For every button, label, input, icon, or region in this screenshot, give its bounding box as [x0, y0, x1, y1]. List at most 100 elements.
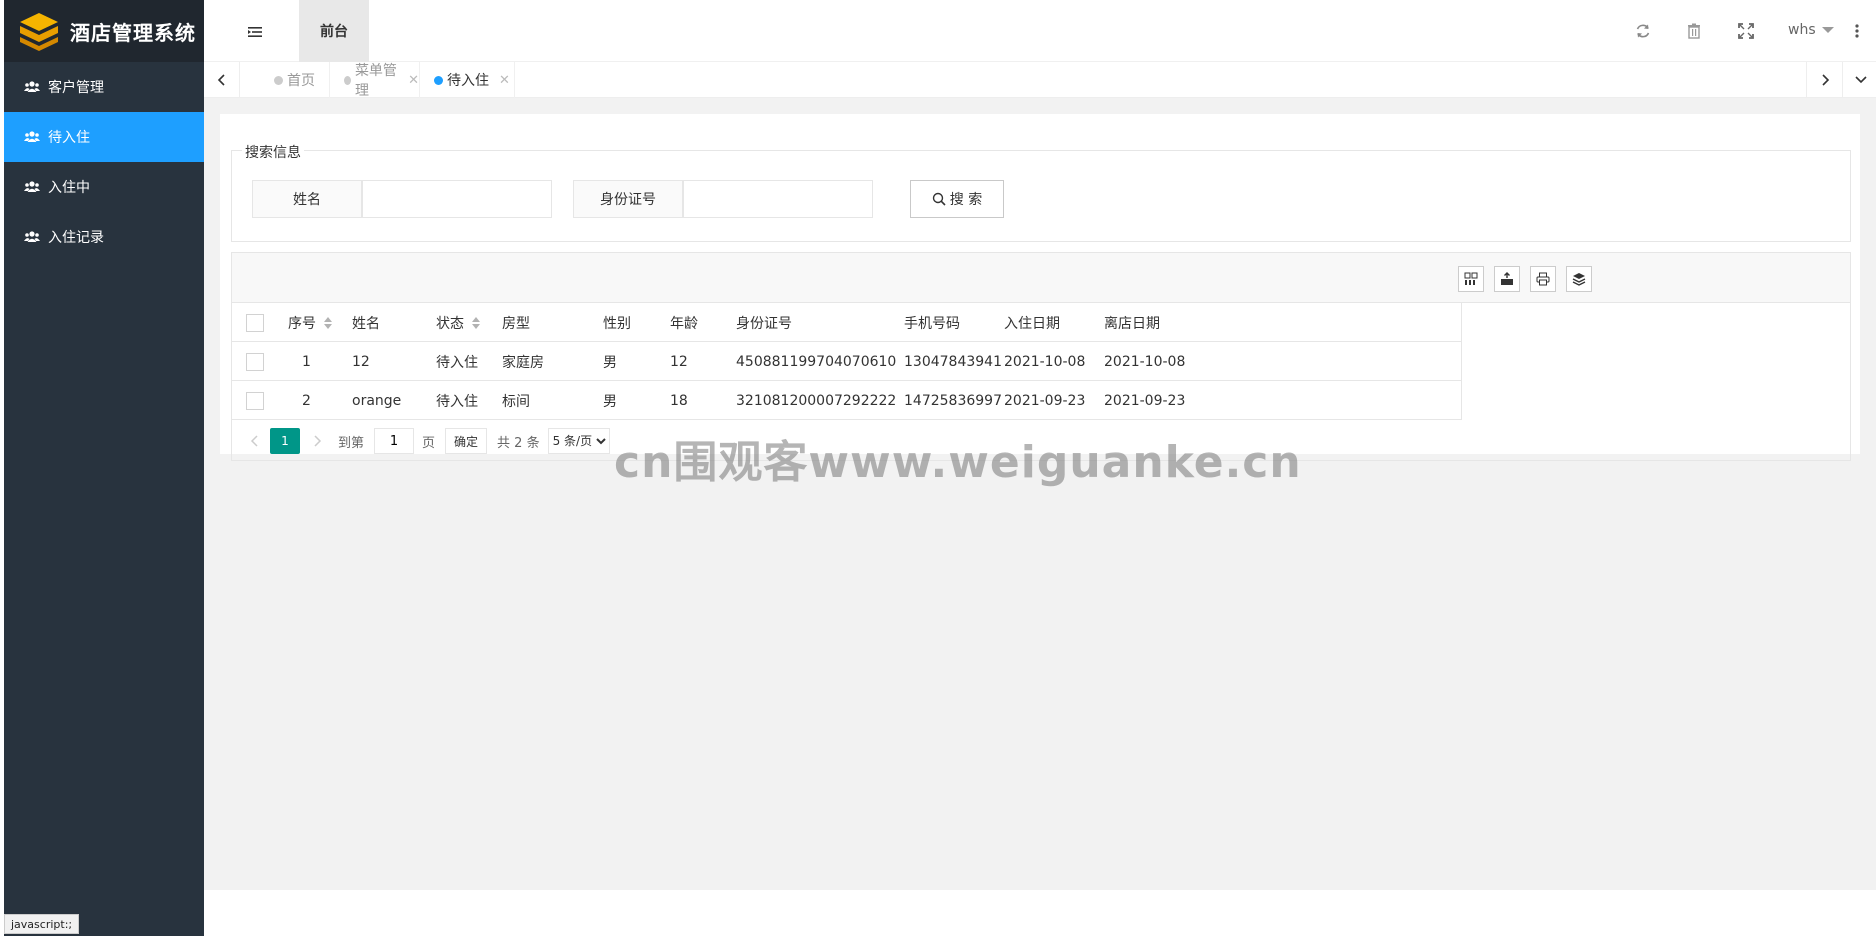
cell-value: 2021-09-23: [1004, 392, 1086, 409]
top-header: 前台 whs: [204, 0, 1876, 62]
close-icon[interactable]: ✕: [499, 73, 510, 88]
cell-value: 待入住: [436, 393, 478, 410]
goto-page-input[interactable]: [374, 428, 415, 454]
cell-value: 12: [670, 353, 688, 370]
tab-label: 首页: [287, 73, 315, 89]
table-cell: orange: [352, 381, 401, 420]
table-row: 1 12 待入住 家庭房 男 12 450881199704070610 1304784394…: [232, 342, 1461, 381]
sidebar-item-label: 入住中: [48, 180, 90, 196]
cell-value: 13047843941: [904, 353, 1002, 370]
column-header-label: 手机号码: [904, 315, 960, 332]
prev-page-icon[interactable]: [248, 434, 262, 448]
chevron-down-icon: [1854, 76, 1867, 84]
table-cell: 321081200007292222: [736, 381, 896, 420]
column-header[interactable]: 手机号码: [904, 303, 960, 342]
column-header[interactable]: 状态: [436, 303, 480, 342]
id-label: 身份证号: [573, 180, 683, 218]
tab-1[interactable]: 菜单管理 ✕: [330, 62, 420, 99]
cell-value: orange: [352, 392, 402, 409]
column-header[interactable]: 入住日期: [1004, 303, 1060, 342]
export-icon: [1501, 272, 1513, 285]
cell-value: 2021-10-08: [1104, 353, 1186, 370]
trash-icon[interactable]: [1685, 22, 1703, 40]
total-count: 共 2 条: [497, 435, 540, 451]
name-label: 姓名: [252, 180, 362, 218]
sidebar-item-label: 入住记录: [48, 230, 104, 246]
table-cell: 2021-09-23: [1004, 381, 1085, 420]
tabs-dropdown[interactable]: [1842, 62, 1876, 98]
export-button[interactable]: [1494, 266, 1520, 292]
column-header[interactable]: 性别: [603, 303, 631, 342]
tabs-bar: 首页 菜单管理 ✕ 待入住 ✕: [204, 62, 1876, 99]
table-cell: 待入住: [436, 342, 478, 381]
cell-value: 男: [603, 393, 617, 410]
table-cell: 男: [603, 342, 617, 381]
sidebar-item-1[interactable]: 待入住: [4, 112, 204, 162]
sidebar-item-3[interactable]: 入住记录: [4, 212, 204, 262]
chevron-left-icon: [217, 74, 225, 86]
table-toolbar: [232, 253, 1850, 303]
column-header[interactable]: 年龄: [670, 303, 698, 342]
tab-0[interactable]: 首页: [260, 62, 330, 98]
table-cell: 2021-10-08: [1004, 342, 1085, 381]
columns-filter-button[interactable]: [1458, 266, 1484, 292]
column-header[interactable]: 姓名: [352, 303, 380, 342]
columns-icon: [1464, 272, 1478, 285]
search-legend: 搜索信息: [242, 142, 304, 162]
name-input[interactable]: [362, 180, 552, 218]
print-icon: [1536, 272, 1550, 286]
tabs-scroll-left[interactable]: [204, 62, 240, 98]
column-header[interactable]: 序号: [288, 303, 332, 342]
page-size-select[interactable]: 5 条/页: [547, 428, 610, 454]
checkbox-cell: [246, 303, 264, 342]
table-cell: 12: [670, 342, 688, 381]
id-number-input[interactable]: [683, 180, 873, 218]
more-vertical-icon[interactable]: [1852, 22, 1862, 40]
current-page[interactable]: 1: [270, 428, 300, 454]
refresh-icon[interactable]: [1634, 22, 1652, 40]
column-header-label: 离店日期: [1104, 315, 1160, 332]
table-row: 2 orange 待入住 标间 男 18 321081200007292222 1472583…: [232, 381, 1461, 420]
menu-toggle-icon[interactable]: [244, 22, 266, 42]
goto-label: 到第: [338, 435, 365, 451]
top-nav-tab-frontdesk[interactable]: 前台: [299, 0, 369, 62]
cell-value: 18: [670, 392, 688, 409]
sidebar-item-0[interactable]: 客户管理: [4, 62, 204, 112]
column-header[interactable]: 离店日期: [1104, 303, 1160, 342]
page-unit-label: 页: [422, 435, 436, 451]
sidebar-item-2[interactable]: 入住中: [4, 162, 204, 212]
column-header[interactable]: 身份证号: [736, 303, 792, 342]
goto-confirm-button[interactable]: 确定: [445, 428, 488, 454]
column-header-label: 性别: [603, 315, 631, 332]
column-header-label: 状态: [436, 315, 464, 332]
row-checkbox[interactable]: [246, 391, 264, 410]
tab-2[interactable]: 待入住 ✕: [420, 62, 515, 98]
fullscreen-icon[interactable]: [1737, 22, 1755, 40]
logo-icon: [20, 13, 58, 51]
tabs-scroll-right[interactable]: [1806, 62, 1842, 98]
next-page-icon[interactable]: [310, 434, 324, 448]
search-button-label: 搜 索: [949, 192, 983, 208]
column-header-label: 入住日期: [1004, 315, 1060, 332]
print-button[interactable]: [1530, 266, 1556, 292]
layers-button[interactable]: [1566, 266, 1592, 292]
row-checkbox[interactable]: [246, 352, 264, 371]
cell-value: 2021-09-23: [1104, 392, 1186, 409]
logo[interactable]: 酒店管理系统: [4, 0, 204, 62]
select-all-checkbox[interactable]: [246, 313, 264, 332]
tab-dot-icon: [434, 75, 443, 85]
chevron-right-icon: [1821, 74, 1829, 86]
search-button[interactable]: 搜 索: [910, 180, 1004, 218]
column-header-label: 姓名: [352, 315, 380, 332]
user-menu[interactable]: whs: [1788, 22, 1834, 38]
sort-icon[interactable]: [324, 316, 332, 329]
cell-value: 1: [302, 353, 311, 370]
table-cell: 2021-10-08: [1104, 342, 1185, 381]
cell-value: 12: [352, 353, 370, 370]
cell-value: 待入住: [436, 354, 478, 371]
sort-icon[interactable]: [472, 316, 480, 329]
column-header[interactable]: 房型: [502, 303, 530, 342]
users-icon: [24, 231, 40, 242]
close-icon[interactable]: ✕: [408, 73, 419, 88]
column-header-label: 年龄: [670, 315, 698, 332]
